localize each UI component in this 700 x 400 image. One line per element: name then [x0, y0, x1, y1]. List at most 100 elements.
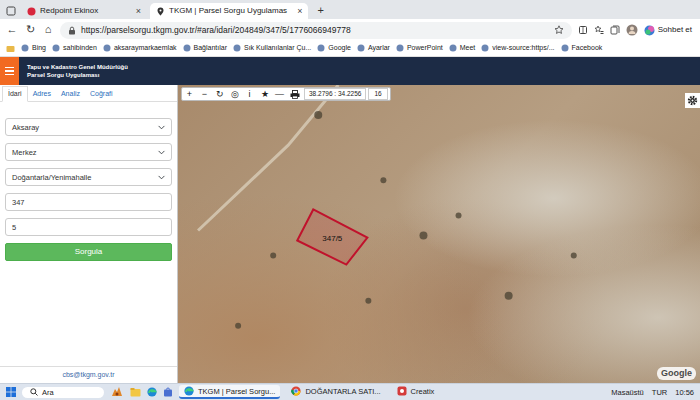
bookmark-item[interactable]: aksaraymarkaemlak	[103, 44, 177, 52]
bookmark-favicon-icon	[396, 44, 404, 52]
parcel-polygon[interactable]	[297, 209, 367, 264]
app-icon	[184, 386, 194, 396]
select-field[interactable]: Merkez	[5, 143, 172, 161]
map-tool-button[interactable]: i	[242, 89, 257, 100]
menu-button[interactable]	[0, 57, 19, 85]
close-tab-button[interactable]: ×	[130, 6, 141, 17]
bookmark-favicon-icon	[317, 44, 325, 52]
lock-icon	[68, 26, 76, 35]
bookmark-item[interactable]: PowerPoint	[396, 44, 443, 52]
text-field[interactable]	[5, 218, 172, 236]
start-windows-icon[interactable]	[6, 387, 16, 397]
map-tool-button[interactable]: ★	[257, 89, 272, 100]
file-explorer-icon[interactable]	[130, 387, 141, 397]
bookmark-label: view-source:https/...	[492, 44, 554, 52]
app-icon	[397, 386, 407, 396]
nav-button[interactable]: ⌂	[42, 23, 54, 36]
taskbar-app[interactable]: DOĞANTARLA SATI...	[286, 385, 385, 399]
show-desktop-button[interactable]: Masaüstü	[611, 388, 644, 397]
favorites-icon[interactable]	[594, 25, 604, 35]
browser-tab-strip: Redpoint Ekinox×TKGM | Parsel Sorgu Uygu…	[0, 0, 700, 19]
browser-tab[interactable]: Redpoint Ekinox×	[21, 3, 147, 19]
satellite-map[interactable]: 347/5+−↻◎i★—38.2796 : 34.225616Google	[178, 85, 700, 383]
sidebar-tab[interactable]: Analiz	[56, 87, 85, 101]
browser-tab[interactable]: TKGM | Parsel Sorgu Uygulamas×	[150, 3, 308, 19]
bookmark-favicon-icon	[103, 44, 111, 52]
new-tab-button[interactable]: +	[311, 3, 329, 19]
favorite-star-icon[interactable]	[554, 25, 564, 35]
contact-email-link[interactable]: cbs@tkgm.gov.tr	[0, 366, 177, 383]
bookmark-item[interactable]: Ayarlar	[357, 44, 390, 52]
bookmark-item[interactable]: Meet	[449, 44, 476, 52]
taskbar-app[interactable]: TKGM | Parsel Sorgu...	[179, 385, 280, 399]
edge-icon[interactable]	[147, 387, 157, 397]
query-button[interactable]: Sorgula	[5, 243, 172, 261]
tab-actions[interactable]	[4, 3, 18, 19]
bookmark-item[interactable]: Bing	[21, 44, 46, 52]
nav-button[interactable]: ←	[6, 23, 18, 36]
bookmark-item[interactable]: Bağlantılar	[183, 44, 227, 52]
bookmark-item[interactable]: Facebook	[561, 44, 603, 52]
app-title: Tapu ve Kadastro Genel MüdürlüğüParsel S…	[19, 63, 128, 79]
extensions-icon[interactable]	[578, 25, 588, 35]
gear-icon[interactable]	[687, 95, 698, 106]
widgets-icon[interactable]	[110, 386, 124, 398]
tab-actions-icon[interactable]	[6, 6, 16, 16]
bookmark-favicon-icon	[21, 44, 29, 52]
map-pin-favicon-icon	[156, 7, 165, 16]
map-toolbar: +−↻◎i★—38.2796 : 34.225616	[181, 87, 391, 101]
map-tool-button[interactable]: +	[182, 89, 197, 100]
url-field[interactable]: https://parselsorgu.tkgm.gov.tr/#ara/ida…	[60, 22, 572, 39]
input-language[interactable]: TUR	[652, 388, 667, 397]
bookmark-label: Sık Kullanılanlar Çu...	[244, 44, 311, 52]
sidebar-spacer	[0, 261, 177, 366]
bookmark-item[interactable]: view-source:https/...	[481, 44, 554, 52]
parcel-label: 347/5	[322, 234, 343, 243]
store-icon[interactable]	[163, 387, 173, 397]
taskbar-search[interactable]: Ara	[22, 387, 104, 398]
text-field[interactable]	[5, 193, 172, 211]
bookmark-favicon-icon	[52, 44, 60, 52]
bookmark-favicon-icon	[183, 44, 191, 52]
map-overlay: 347/5	[178, 85, 700, 383]
bookmark-label: Google	[328, 44, 351, 52]
app-header: Tapu ve Kadastro Genel MüdürlüğüParsel S…	[0, 57, 700, 85]
map-tool-button[interactable]: ↻	[212, 89, 227, 100]
copilot-label: Sohbet et	[658, 25, 692, 35]
bookmark-label: Ayarlar	[368, 44, 390, 52]
sidebar-tab[interactable]: İdari	[2, 86, 28, 102]
clock[interactable]: 10:56	[675, 388, 694, 397]
collections-icon[interactable]	[610, 25, 620, 35]
address-toolbar: ← ↻ ⌂ https://parselsorgu.tkgm.gov.tr/#ara/…	[0, 19, 700, 41]
print-icon[interactable]	[290, 90, 300, 99]
sidebar-tab[interactable]: Coğrafi	[85, 87, 118, 101]
bookmark-label: sahibinden	[63, 44, 97, 52]
bookmark-item[interactable]: Sık Kullanılanlar Çu...	[233, 44, 311, 52]
windows-taskbar: Ara TKGM | Parsel Sorgu... DOĞANTARLA SATI…	[0, 383, 700, 400]
close-tab-button[interactable]: ×	[291, 6, 302, 17]
bookmark-favicon-icon	[233, 44, 241, 52]
bookmark-favicon-icon	[449, 44, 457, 52]
bookmark-folder-icon[interactable]	[6, 44, 15, 53]
zoom-level: 16	[368, 88, 387, 100]
redpoint-favicon-icon	[27, 7, 36, 16]
bookmark-label: Bing	[32, 44, 46, 52]
bookmark-label: Facebook	[572, 44, 603, 52]
nav-button[interactable]: ↻	[24, 23, 36, 36]
taskbar-app[interactable]: Creatix	[392, 385, 440, 399]
profile-avatar-icon[interactable]	[626, 24, 638, 36]
map-tool-button[interactable]: −	[197, 89, 212, 100]
system-tray: Masaüstü TUR 10:56	[611, 388, 694, 397]
taskbar-app-label: DOĞANTARLA SATI...	[305, 387, 380, 396]
select-field[interactable]: Doğantarla/Yenimahalle	[5, 168, 172, 186]
map-tool-button[interactable]: —	[272, 89, 287, 100]
copilot-chat-button[interactable]: Sohbet et	[644, 25, 694, 36]
search-icon	[30, 388, 38, 396]
sidebar-tab[interactable]: Adres	[28, 87, 56, 101]
map-tool-button[interactable]: ◎	[227, 89, 242, 100]
bookmark-item[interactable]: Google	[317, 44, 351, 52]
print-button[interactable]	[287, 89, 302, 100]
settings-button[interactable]	[685, 93, 700, 108]
bookmark-item[interactable]: sahibinden	[52, 44, 97, 52]
select-field[interactable]: Aksaray	[5, 118, 172, 136]
